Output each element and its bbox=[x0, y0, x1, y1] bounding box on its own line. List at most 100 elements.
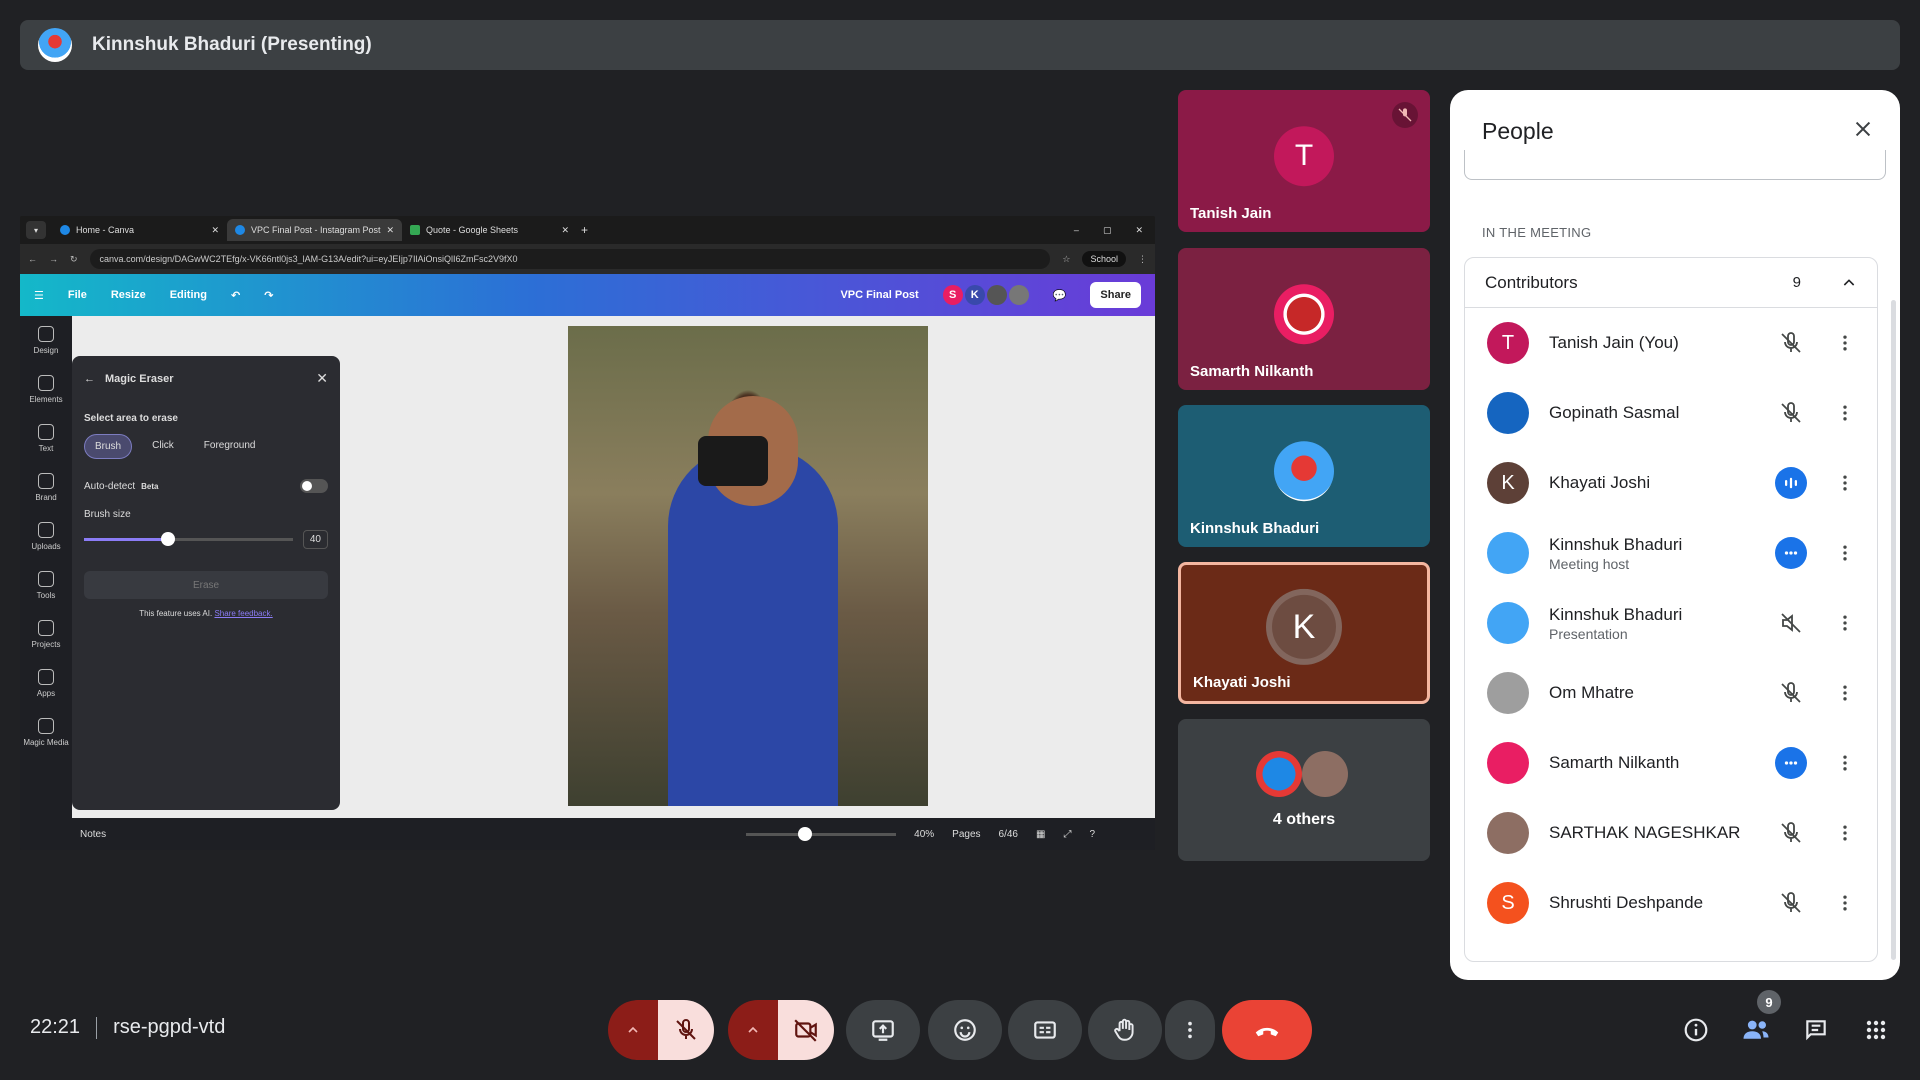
participant-status bbox=[1775, 327, 1807, 359]
scrollbar[interactable] bbox=[1891, 300, 1896, 960]
camera-toggle-button[interactable] bbox=[778, 1000, 834, 1060]
canva-rail-item: Brand bbox=[35, 473, 57, 502]
participant-tile-khayati[interactable]: K Khayati Joshi bbox=[1178, 562, 1430, 704]
people-panel: People IN THE MEETING Contributors 9 T Ta… bbox=[1450, 90, 1900, 980]
participant-status bbox=[1775, 887, 1807, 919]
profile-chip: School bbox=[1082, 251, 1126, 267]
reactions-button[interactable] bbox=[928, 1000, 1002, 1060]
participant-tile-tanish[interactable]: T Tanish Jain bbox=[1178, 90, 1430, 232]
rail-icon bbox=[37, 669, 54, 685]
clock: 22:21 bbox=[30, 1016, 81, 1038]
rail-icon bbox=[38, 620, 54, 636]
canva-rail-item: Design bbox=[34, 326, 58, 355]
people-button[interactable] bbox=[1736, 1010, 1776, 1050]
canva-side-rail: Design Elements Text Brand Uploads Tools Proje… bbox=[20, 316, 72, 818]
camera-options-button[interactable] bbox=[728, 1000, 778, 1060]
rail-icon bbox=[37, 522, 54, 538]
rail-icon bbox=[38, 571, 54, 587]
presenter-avatar bbox=[38, 28, 72, 62]
avatar bbox=[1487, 742, 1529, 784]
participant-options-button[interactable] bbox=[1833, 543, 1857, 563]
contributors-header[interactable]: Contributors 9 bbox=[1465, 258, 1877, 308]
meeting-details-button[interactable] bbox=[1676, 1010, 1716, 1050]
search-field[interactable] bbox=[1464, 150, 1886, 180]
more-vert-icon bbox=[1843, 825, 1847, 841]
more-horiz-icon bbox=[1784, 551, 1798, 555]
more-options-button[interactable] bbox=[1165, 1000, 1215, 1060]
leave-call-button[interactable] bbox=[1222, 1000, 1312, 1060]
participant-status bbox=[1775, 677, 1807, 709]
tab-search-icon: ▾ bbox=[26, 221, 46, 239]
end-call-icon bbox=[1255, 1027, 1279, 1037]
present-screen-button[interactable] bbox=[846, 1000, 920, 1060]
volume-off-icon bbox=[1781, 613, 1801, 633]
avatar: K bbox=[1487, 462, 1529, 504]
mic-off-icon bbox=[1781, 892, 1801, 913]
participant-row[interactable]: S Shrushti Deshpande bbox=[1465, 868, 1877, 938]
participant-tile-others[interactable]: 4 others bbox=[1178, 719, 1430, 861]
redo-icon: ↷ bbox=[264, 289, 274, 302]
participant-row[interactable]: Kinnshuk Bhaduri Presentation bbox=[1465, 588, 1877, 658]
rail-icon bbox=[37, 473, 54, 489]
captions-button[interactable] bbox=[1008, 1000, 1082, 1060]
tile-name: Khayati Joshi bbox=[1193, 674, 1291, 691]
participant-row[interactable]: T Tanish Jain (You) bbox=[1465, 308, 1877, 378]
canva-resize: Resize bbox=[110, 289, 146, 301]
kebab-icon: ⋮ bbox=[1138, 253, 1147, 264]
participant-options-button[interactable] bbox=[1833, 613, 1857, 633]
mic-options-button[interactable] bbox=[608, 1000, 658, 1060]
participant-row[interactable]: SARTHAK NAGESHKAR bbox=[1465, 798, 1877, 868]
participant-tile-kinnshuk[interactable]: Kinnshuk Bhaduri bbox=[1178, 405, 1430, 547]
browser-tab-active: VPC Final Post - Instagram Post ✕ bbox=[227, 219, 402, 241]
participant-row[interactable]: Samarth Nilkanth bbox=[1465, 728, 1877, 798]
help-icon: ? bbox=[1089, 828, 1095, 840]
participant-name: Gopinath Sasmal bbox=[1549, 403, 1680, 422]
chevron-up-icon bbox=[1843, 278, 1855, 286]
mic-toggle-button[interactable] bbox=[658, 1000, 714, 1060]
chat-button[interactable] bbox=[1796, 1010, 1836, 1050]
participant-name: Samarth Nilkanth bbox=[1549, 753, 1680, 772]
participant-status bbox=[1775, 467, 1807, 499]
rail-icon bbox=[38, 424, 54, 440]
collaborators: S K bbox=[942, 285, 1029, 305]
chat-icon bbox=[1806, 1020, 1826, 1041]
tile-avatar bbox=[1256, 751, 1302, 797]
tile-name: Samarth Nilkanth bbox=[1190, 363, 1314, 380]
participant-options-button[interactable] bbox=[1833, 473, 1857, 493]
canva-rail-item: Uploads bbox=[31, 522, 61, 551]
avatar bbox=[1487, 392, 1529, 434]
close-icon: ✕ bbox=[316, 370, 328, 386]
info-icon bbox=[1684, 1018, 1708, 1042]
participant-options-button[interactable] bbox=[1833, 333, 1857, 353]
shared-screen: ▾ Home - Canva ✕ VPC Final Post - Instagr… bbox=[20, 216, 1155, 850]
zoom-slider bbox=[746, 826, 897, 841]
captions-icon bbox=[1034, 1021, 1056, 1039]
participant-row[interactable]: Kinnshuk Bhaduri Meeting host bbox=[1465, 518, 1877, 588]
participant-options-button[interactable] bbox=[1833, 683, 1857, 703]
participant-tile-samarth[interactable]: Samarth Nilkanth bbox=[1178, 248, 1430, 390]
canva-workspace: Design Elements Text Brand Uploads Tools Proje… bbox=[20, 316, 1155, 818]
participant-name: SARTHAK NAGESHKAR bbox=[1549, 823, 1741, 842]
participant-role: Presentation bbox=[1549, 625, 1628, 642]
raise-hand-button[interactable] bbox=[1088, 1000, 1162, 1060]
participant-options-button[interactable] bbox=[1833, 403, 1857, 423]
participant-row[interactable]: Om Mhatre bbox=[1465, 658, 1877, 728]
participant-row[interactable]: K Khayati Joshi bbox=[1465, 448, 1877, 518]
close-icon[interactable] bbox=[1852, 118, 1874, 140]
rail-icon bbox=[38, 326, 54, 342]
participant-options-button[interactable] bbox=[1833, 753, 1857, 773]
tile-avatar bbox=[1274, 284, 1334, 345]
canva-rail-item: Text bbox=[38, 424, 54, 453]
participant-options-button[interactable] bbox=[1833, 893, 1857, 913]
hand-icon bbox=[1114, 1018, 1134, 1041]
rail-icon bbox=[37, 718, 54, 734]
activities-button[interactable] bbox=[1856, 1010, 1896, 1050]
present-icon bbox=[872, 1020, 894, 1041]
avatar: S bbox=[1487, 882, 1529, 924]
avatar bbox=[1487, 532, 1529, 574]
more-vert-icon bbox=[1843, 755, 1847, 771]
participant-row[interactable]: Gopinath Sasmal bbox=[1465, 378, 1877, 448]
people-icon bbox=[1743, 1020, 1769, 1039]
participant-options-button[interactable] bbox=[1833, 823, 1857, 843]
reload-icon: ↻ bbox=[70, 253, 78, 264]
